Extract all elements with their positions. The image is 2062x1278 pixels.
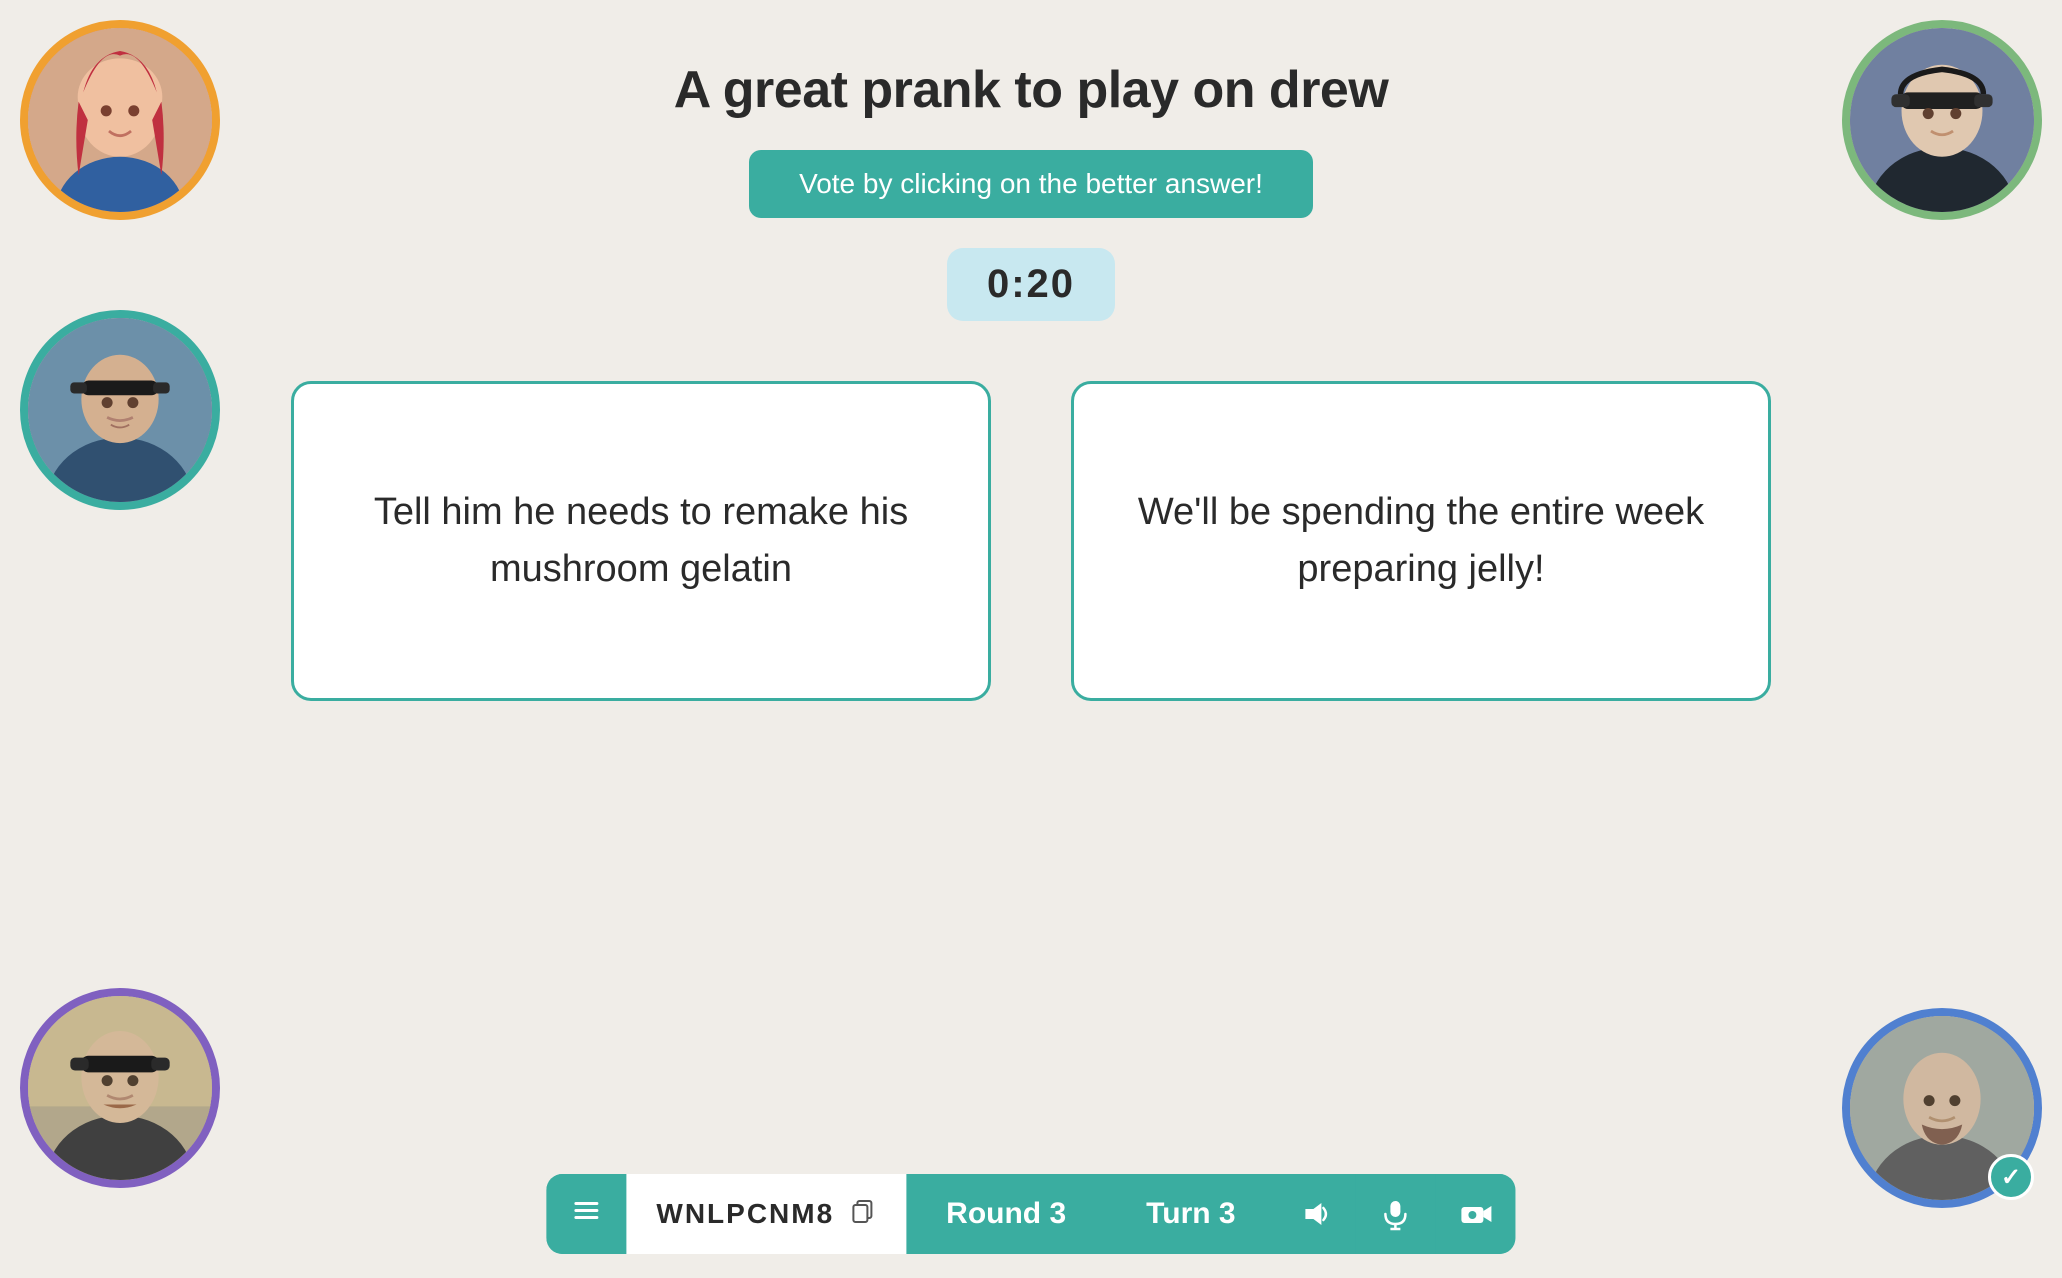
avatar-wrapper-mid-left	[20, 310, 220, 510]
vote-banner: Vote by clicking on the better answer!	[749, 150, 1313, 218]
answer-cards: Tell him he needs to remake his mushroom…	[0, 381, 2062, 701]
menu-button[interactable]	[546, 1174, 626, 1254]
main-content: A great prank to play on drew Vote by cl…	[0, 0, 2062, 701]
player5-avatar-container: ✓	[1842, 1008, 2042, 1208]
check-icon: ✓	[2001, 1163, 2021, 1192]
mic-button[interactable]	[1356, 1174, 1436, 1254]
avatar-wrapper-bottom-right: ✓	[1842, 1008, 2042, 1208]
answer-card-right-text: We'll be spending the entire week prepar…	[1134, 484, 1708, 598]
turn-display: Turn 3	[1106, 1174, 1275, 1254]
avatar-wrapper-top-left	[20, 20, 220, 220]
avatar-wrapper-top-right	[1842, 20, 2042, 220]
avatar-top-left	[20, 20, 220, 220]
player1-face	[28, 28, 212, 212]
list-icon	[568, 1192, 604, 1236]
timer-display: 0:20	[947, 248, 1115, 321]
answer-card-left-text: Tell him he needs to remake his mushroom…	[354, 484, 928, 598]
game-code-display: WNLPCNM8	[626, 1174, 906, 1254]
round-display: Round 3	[906, 1174, 1106, 1254]
avatar-bottom-left	[20, 988, 220, 1188]
player5-badge: ✓	[1988, 1154, 2034, 1200]
volume-button[interactable]	[1276, 1174, 1356, 1254]
avatar-wrapper-bottom-left	[20, 988, 220, 1188]
answer-card-right[interactable]: We'll be spending the entire week prepar…	[1071, 381, 1771, 701]
question-title: A great prank to play on drew	[674, 60, 1389, 120]
game-code-text: WNLPCNM8	[656, 1198, 834, 1230]
game-container: ✓ A great prank to play on drew Vote by …	[0, 0, 2062, 1278]
avatar-mid-left	[20, 310, 220, 510]
camera-button[interactable]	[1436, 1174, 1516, 1254]
avatar-top-right	[1842, 20, 2042, 220]
bottom-bar: WNLPCNM8 Round 3 Turn 3	[546, 1174, 1515, 1254]
answer-card-left[interactable]: Tell him he needs to remake his mushroom…	[291, 381, 991, 701]
player2-face	[1850, 28, 2034, 212]
copy-icon[interactable]	[848, 1197, 876, 1231]
player3-face	[28, 318, 212, 502]
player4-face	[28, 996, 212, 1180]
